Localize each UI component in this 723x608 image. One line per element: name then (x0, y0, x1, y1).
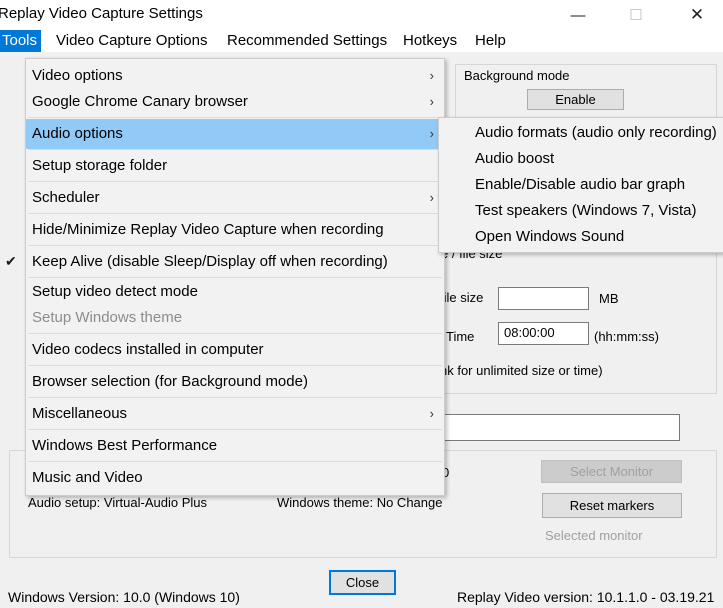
submenu-item-label: Audio formats (audio only recording) (475, 124, 717, 141)
menu-separator (28, 397, 442, 398)
submenu-item-test-speakers[interactable]: Test speakers (Windows 7, Vista) (439, 198, 723, 224)
check-icon: ✔ (5, 253, 17, 269)
minimize-button[interactable]: — (555, 0, 601, 30)
time-unit: (hh:mm:ss) (594, 329, 659, 344)
selected-monitor-label: Selected monitor (545, 528, 643, 543)
submenu-item-audio-boost[interactable]: Audio boost (439, 146, 723, 172)
close-icon: ✕ (689, 5, 705, 24)
menu-item-label: Scheduler (32, 189, 100, 206)
reset-markers-button[interactable]: Reset markers (542, 493, 682, 518)
windows-theme-label: Windows theme: No Change (277, 495, 443, 510)
maximize-icon: ☐ (629, 7, 643, 24)
menu-recommended-settings[interactable]: Recommended Settings (223, 30, 391, 52)
menu-separator (28, 461, 442, 462)
close-button[interactable]: Close (329, 570, 396, 595)
tools-menu: Video options › Google Chrome Canary bro… (25, 58, 445, 496)
submenu-item-label: Test speakers (Windows 7, Vista) (475, 202, 697, 219)
submenu-arrow-icon: › (429, 126, 434, 141)
menu-item-label: Google Chrome Canary browser (32, 93, 248, 110)
menu-separator (28, 149, 442, 150)
menu-item-chrome-canary[interactable]: Google Chrome Canary browser › (26, 87, 444, 117)
submenu-item-audio-bar-graph[interactable]: Enable/Disable audio bar graph (439, 172, 723, 198)
menu-item-miscellaneous[interactable]: Miscellaneous › (26, 399, 444, 429)
menu-separator (28, 117, 442, 118)
menu-separator (28, 181, 442, 182)
file-size-label: file size (440, 290, 484, 305)
close-window-button[interactable]: ✕ (674, 0, 720, 30)
submenu-item-label: Enable/Disable audio bar graph (475, 176, 686, 193)
menu-item-label: Music and Video (32, 469, 143, 486)
menu-video-capture-options[interactable]: Video Capture Options (52, 30, 212, 52)
menu-separator (28, 365, 442, 366)
submenu-item-label: Audio boost (475, 150, 555, 167)
menu-item-label: Windows Best Performance (32, 437, 218, 454)
menu-item-label: Browser selection (for Background mode) (32, 373, 308, 390)
menu-tools[interactable]: Tools (0, 30, 42, 52)
menu-item-label: Setup Windows theme (32, 309, 183, 326)
submenu-arrow-icon: › (429, 406, 434, 421)
file-size-unit: MB (599, 291, 619, 306)
minimize-icon: — (570, 6, 586, 24)
menu-help[interactable]: Help (471, 30, 510, 52)
menu-separator (28, 429, 442, 430)
menu-item-label: Video codecs installed in computer (32, 341, 264, 358)
menu-item-label: Setup video detect mode (32, 283, 198, 300)
menu-item-video-detect[interactable]: Setup video detect mode (26, 279, 444, 305)
menu-separator (28, 245, 442, 246)
menu-item-label: Setup storage folder (32, 157, 168, 174)
file-size-input[interactable] (498, 287, 589, 310)
path-input[interactable] (420, 414, 680, 441)
menu-item-video-codecs[interactable]: Video codecs installed in computer (26, 335, 444, 365)
audio-setup-label: Audio setup: Virtual-Audio Plus (28, 495, 207, 510)
menu-hotkeys[interactable]: Hotkeys (399, 30, 461, 52)
windows-version-label: Windows Version: 10.0 (Windows 10) (8, 589, 240, 605)
select-monitor-button[interactable]: Select Monitor (541, 460, 682, 483)
menu-item-best-performance[interactable]: Windows Best Performance (26, 431, 444, 461)
title-bar: Replay Video Capture Settings — ☐ ✕ (0, 0, 723, 30)
submenu-arrow-icon: › (429, 94, 434, 109)
audio-options-submenu: Audio formats (audio only recording) Aud… (438, 117, 723, 253)
submenu-item-audio-formats[interactable]: Audio formats (audio only recording) (439, 120, 723, 146)
menu-item-scheduler[interactable]: Scheduler › (26, 183, 444, 213)
menu-item-audio-options[interactable]: Audio options › (26, 119, 444, 149)
menu-item-keep-alive[interactable]: Keep Alive (disable Sleep/Display off wh… (26, 247, 444, 277)
menu-item-label: Keep Alive (disable Sleep/Display off wh… (32, 253, 388, 270)
time-input[interactable]: 08:00:00 (498, 322, 589, 345)
menu-item-music-video[interactable]: Music and Video (26, 463, 444, 493)
submenu-item-label: Open Windows Sound (475, 228, 625, 245)
menu-item-label: Hide/Minimize Replay Video Capture when … (32, 221, 384, 238)
submenu-item-windows-sound[interactable]: Open Windows Sound (439, 224, 723, 250)
menu-separator (28, 277, 442, 278)
enable-button[interactable]: Enable (527, 89, 624, 110)
menu-item-label: Miscellaneous (32, 405, 128, 422)
menu-separator (28, 213, 442, 214)
window-title: Replay Video Capture Settings (0, 5, 203, 22)
submenu-arrow-icon: › (429, 190, 434, 205)
menu-item-hide-minimize[interactable]: Hide/Minimize Replay Video Capture when … (26, 215, 444, 245)
menu-bar: Tools Video Capture Options Recommended … (0, 30, 723, 52)
unlimited-note: nk for unlimited size or time) (440, 363, 603, 378)
replay-version-label: Replay Video version: 10.1.1.0 - 03.19.2… (457, 589, 715, 605)
time-label: Time (446, 329, 475, 344)
menu-item-storage-folder[interactable]: Setup storage folder (26, 151, 444, 181)
maximize-button[interactable]: ☐ (613, 0, 659, 30)
menu-item-browser-selection[interactable]: Browser selection (for Background mode) (26, 367, 444, 397)
menu-item-label: Audio options (32, 125, 123, 142)
menu-item-windows-theme: Setup Windows theme (26, 305, 444, 331)
menu-separator (28, 333, 442, 334)
background-mode-label: Background mode (464, 68, 570, 83)
